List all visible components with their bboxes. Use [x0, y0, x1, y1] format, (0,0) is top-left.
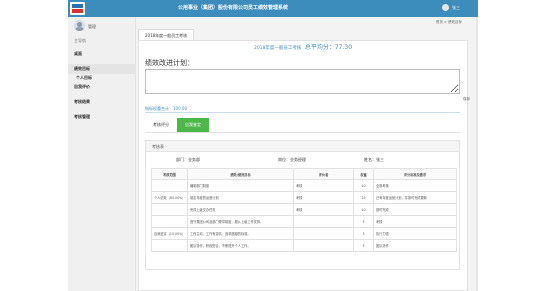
table-cell: 10: [353, 179, 374, 192]
tab-assessment[interactable]: 2018年度一般员工考核: [138, 29, 195, 40]
table-cell: 自我鉴定（15.00%）: [151, 227, 188, 240]
sidebar-item-self-evaluation[interactable]: 自我评价: [68, 82, 136, 92]
sidebar-item-assessment-results[interactable]: 考核结果: [68, 97, 136, 107]
sidebar: 管理 主导航 桌面 绩效目标 个人目标 自我评价 考核结果 考核管理: [68, 17, 136, 291]
sidebar-item-performance-goals[interactable]: 绩效目标: [68, 64, 136, 74]
employee-info-row: 部门：业务部 岗位：业务经理 姓名：张三: [146, 152, 459, 168]
table-cell: 考核: [293, 203, 354, 216]
column-header: 权重: [353, 168, 374, 180]
save-button[interactable]: 保存: [463, 97, 470, 102]
table-cell: 5: [353, 239, 374, 252]
improvement-plan-label: 绩效改进计划：: [145, 59, 194, 67]
table-cell: [293, 239, 354, 252]
average-score: 总平均分：77.30: [304, 44, 353, 51]
tab-self-appraisal[interactable]: 自我鉴定: [177, 118, 209, 132]
table-cell: [151, 215, 188, 228]
table-cell: 25: [353, 191, 374, 204]
column-header: 绩效/绩效目标: [187, 168, 294, 180]
main-content: 首页 > 绩效目标 2018年度一般员工考核 2018年度一般员工考核 总平均分…: [138, 17, 478, 291]
tab-scoring[interactable]: 考核评分: [145, 118, 177, 132]
column-header: 评价者: [293, 168, 354, 180]
table-cell: [293, 215, 354, 228]
table-row: 自我鉴定（15.00%） 工作主动，工作有激情，追求超越的标准。 5 执行力强: [151, 227, 457, 240]
table-cell: 工作主动，工作有激情，追求超越的标准。: [187, 227, 294, 240]
improvement-plan-input[interactable]: [145, 69, 460, 94]
table-cell: 团队协作，积极配合，不断提升个人工作。: [187, 239, 294, 252]
company-logo: [70, 2, 85, 15]
table-cell: 完成上级交办任务: [187, 203, 294, 216]
table-cell: [293, 227, 354, 240]
table-cell: 全部考核: [373, 179, 457, 192]
assessment-table: 考核范围 绩效/绩效目标 评价者 权重 评分标准及要求 编制部门制度 考核 10…: [151, 168, 457, 252]
sheet-title: 考核表: [146, 141, 459, 152]
column-header: 评分标准及要求: [373, 168, 457, 180]
table-cell: 已有年度运营计划，并按时完成更新: [373, 191, 457, 204]
table-cell: 制定年度的运营计划: [187, 191, 294, 204]
table-cell: 考核: [373, 215, 457, 228]
department-label: 部门：业务部: [176, 157, 200, 162]
table-cell: 遵守集团公司及部门规章制度，服从上级工作安排。: [187, 215, 294, 228]
table-cell: [151, 179, 188, 192]
system-title: 公用事业（集团）股份有限公司员工绩效管理系统: [178, 5, 289, 11]
sidebar-item-personal-goals[interactable]: 个人目标: [68, 74, 136, 82]
table-cell: 考核: [293, 191, 354, 204]
breadcrumb[interactable]: 首页 > 绩效目标: [436, 20, 462, 25]
sidebar-menu-label: 主导航: [74, 38, 86, 43]
table-cell: [151, 203, 188, 216]
table-row: 编制部门制度 考核 10 全部考核: [151, 179, 457, 192]
top-header-bar: 公用事业（集团）股份有限公司员工绩效管理系统 张三: [68, 0, 478, 17]
assessment-sheet: 考核表 部门：业务部 岗位：业务经理 姓名：张三 考核范围 绩效/绩效目标 评价…: [145, 140, 460, 270]
vertical-scrollbar[interactable]: [476, 17, 478, 291]
sidebar-user-name: 管理: [88, 24, 96, 29]
form-title-text: 2018年度一般员工考核: [253, 46, 302, 51]
table-cell: 编制部门制度: [187, 179, 294, 192]
form-title: 2018年度一般员工考核 总平均分：77.30: [138, 42, 468, 51]
header-user-name: 张三: [452, 4, 460, 10]
column-header: 考核范围: [151, 168, 188, 180]
name-label: 姓名：张三: [364, 157, 384, 162]
app-window: 公用事业（集团）股份有限公司员工绩效管理系统 张三 管理 主导航 桌面 绩效目标…: [68, 0, 478, 291]
table-header-row: 考核范围 绩效/绩效目标 评价者 权重 评分标准及要求: [151, 168, 457, 180]
user-avatar-icon: [442, 4, 449, 11]
page-tab-strip: 2018年度一般员工考核: [138, 27, 478, 40]
sidebar-nav: 桌面 绩效目标 个人目标 自我评价 考核结果 考核管理: [68, 49, 136, 122]
table-cell: 考核: [293, 179, 354, 192]
table-cell: 按时完成: [373, 203, 457, 216]
table-cell: [151, 239, 188, 252]
divider: [145, 112, 460, 113]
sub-tabs: 考核评分 自我鉴定: [145, 118, 209, 132]
sidebar-item-assessment-management[interactable]: 考核管理: [68, 112, 136, 122]
table-cell: 5: [353, 227, 374, 240]
table-row: 个人绩效（85.00%） 制定年度的运营计划 考核 25 已有年度运营计划，并按…: [151, 191, 457, 204]
table-row: 完成上级交办任务 考核 10 按时完成: [151, 203, 457, 216]
table-cell: 个人绩效（85.00%）: [151, 191, 188, 204]
divider: [145, 132, 460, 133]
table-row: 遵守集团公司及部门规章制度，服从上级工作安排。 5 考核: [151, 215, 457, 228]
avatar: [74, 20, 85, 31]
table-cell: 5: [353, 215, 374, 228]
table-cell: 执行力强: [373, 227, 457, 240]
table-row: 团队协作，积极配合，不断提升个人工作。 5 团队协作: [151, 239, 457, 252]
post-label: 岗位：业务经理: [278, 157, 306, 162]
table-cell: 10: [353, 203, 374, 216]
breadcrumb-bar: 首页 > 绩效目标: [138, 17, 478, 27]
user-menu[interactable]: 张三: [442, 4, 460, 11]
table-cell: 团队协作: [373, 239, 457, 252]
sidebar-item-desktop[interactable]: 桌面: [68, 49, 136, 59]
